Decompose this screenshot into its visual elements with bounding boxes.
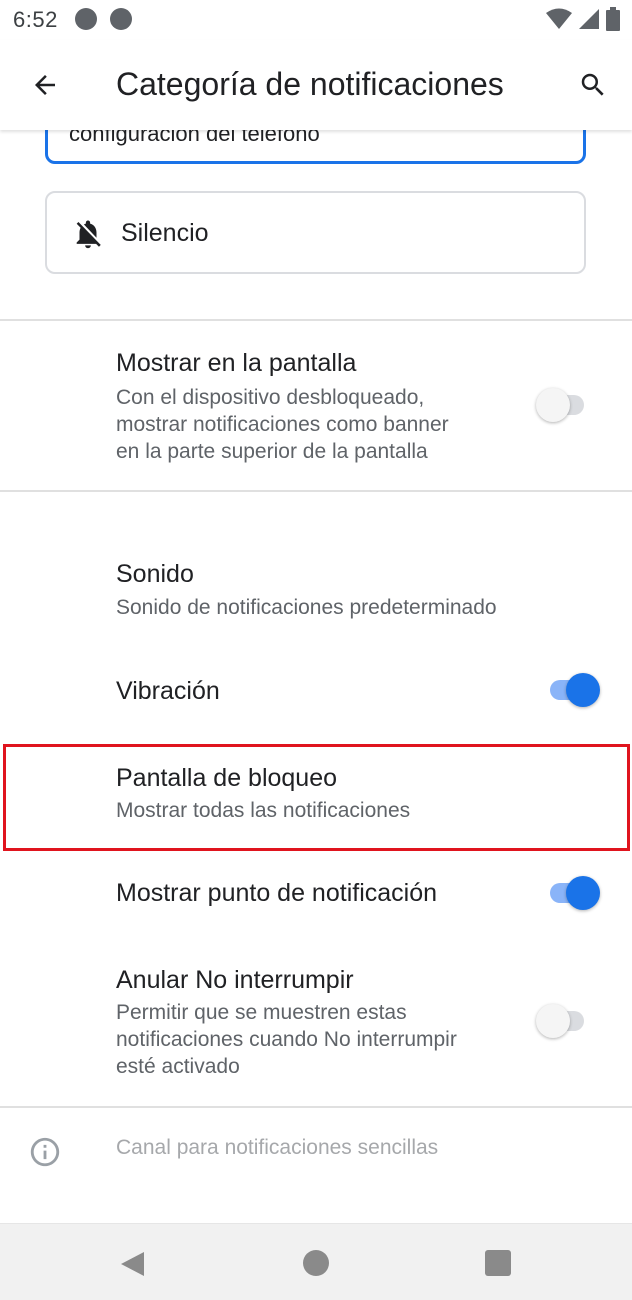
silent-label: Silencio — [121, 219, 209, 247]
show-on-screen-subtitle-line-2: mostrar notificaciones como banner — [116, 413, 449, 436]
settings-content[interactable]: configuración del teléfono Silencio Most… — [0, 130, 632, 1223]
info-icon — [30, 1137, 60, 1167]
highlight-box — [3, 744, 630, 851]
silent-behavior-option[interactable]: Silencio — [45, 191, 586, 274]
nav-back-icon[interactable] — [118, 1250, 146, 1278]
override-dnd-toggle[interactable] — [536, 1001, 592, 1041]
app-bar: Categoría de notificaciones — [0, 40, 632, 130]
override-dnd-subtitle-line-2: notificaciones cuando No interrumpir — [116, 1028, 457, 1051]
sound-subtitle: Sonido de notificaciones predeterminado — [116, 596, 497, 619]
override-dnd-subtitle: Permitir que se muestren estas notificac… — [116, 999, 457, 1080]
toggle-thumb — [536, 388, 570, 422]
default-behavior-text: configuración del teléfono — [69, 130, 320, 146]
show-on-screen-subtitle-line-3: en la parte superior de la pantalla — [116, 440, 428, 463]
vibration-toggle[interactable] — [546, 670, 602, 710]
channel-info-text: Canal para notificaciones sencillas — [116, 1136, 439, 1159]
signal-icon — [579, 9, 599, 29]
divider — [0, 490, 632, 492]
override-dnd-subtitle-line-1: Permitir que se muestren estas — [116, 1001, 407, 1024]
nav-recents-icon[interactable] — [485, 1250, 511, 1276]
divider — [0, 1106, 632, 1108]
status-bar: 6:52 — [0, 0, 632, 40]
toggle-thumb — [566, 673, 600, 707]
wifi-icon — [546, 8, 572, 29]
bell-off-icon — [76, 220, 101, 249]
vibration-title: Vibración — [116, 677, 220, 705]
notification-dot-title: Mostrar punto de notificación — [116, 879, 438, 907]
show-on-screen-toggle[interactable] — [536, 385, 592, 425]
override-dnd-subtitle-line-3: esté activado — [116, 1055, 240, 1078]
notification-app-icon — [75, 8, 97, 30]
toggle-thumb — [566, 876, 600, 910]
notification-app-icon-2 — [110, 8, 132, 30]
show-on-screen-subtitle: Con el dispositivo desbloqueado, mostrar… — [116, 384, 449, 465]
battery-icon — [606, 7, 620, 31]
show-on-screen-title: Mostrar en la pantalla — [116, 349, 357, 377]
arrow-left-icon — [35, 75, 55, 95]
back-button[interactable] — [22, 62, 68, 108]
status-right-icons — [546, 7, 620, 31]
setting-show-on-screen[interactable]: Mostrar en la pantalla Con el dispositiv… — [0, 321, 632, 491]
toggle-thumb — [536, 1004, 570, 1038]
setting-sound[interactable]: Sonido Sonido de notificaciones predeter… — [0, 550, 632, 646]
search-button[interactable] — [570, 62, 616, 108]
show-on-screen-subtitle-line-1: Con el dispositivo desbloqueado, — [116, 386, 425, 409]
setting-notification-dot[interactable]: Mostrar punto de notificación — [0, 851, 632, 937]
search-icon — [581, 73, 604, 96]
setting-override-dnd[interactable]: Anular No interrumpir Permitir que se mu… — [0, 937, 632, 1107]
notification-dot-toggle[interactable] — [546, 873, 602, 913]
nav-home-icon[interactable] — [303, 1250, 329, 1276]
default-behavior-option[interactable]: configuración del teléfono — [45, 130, 586, 164]
setting-vibration[interactable]: Vibración — [0, 646, 632, 744]
system-nav-bar — [0, 1223, 632, 1300]
override-dnd-title: Anular No interrumpir — [116, 966, 354, 994]
status-time: 6:52 — [13, 7, 58, 32]
sound-title: Sonido — [116, 560, 194, 588]
page-title: Categoría de notificaciones — [116, 66, 504, 102]
